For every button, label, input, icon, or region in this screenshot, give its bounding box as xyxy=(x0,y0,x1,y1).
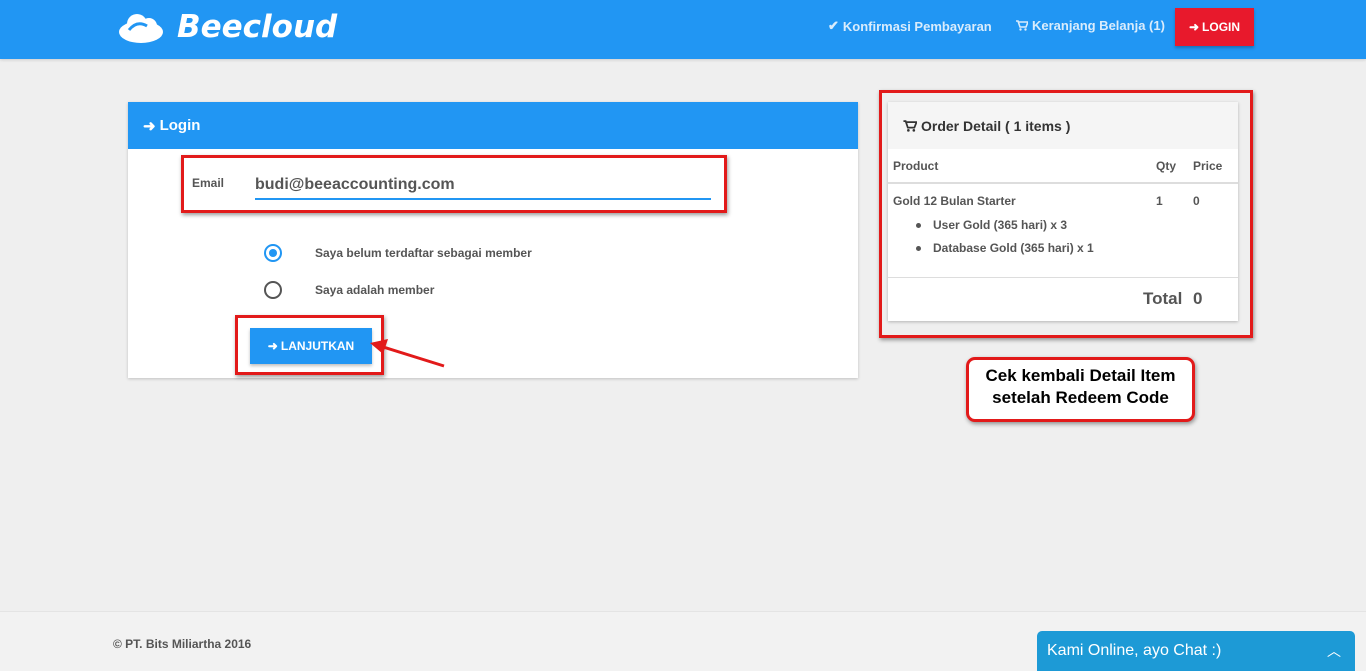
cart-icon xyxy=(1016,20,1028,31)
check-icon: ✔ xyxy=(828,18,839,33)
chevron-up-icon[interactable]: ︿ xyxy=(1327,641,1341,661)
sign-in-icon: ➜ xyxy=(1188,20,1200,34)
chat-label: Kami Online, ayo Chat :) xyxy=(1047,642,1222,659)
nav-keranjang-label: Keranjang Belanja (1) xyxy=(1032,18,1165,33)
nav-konfirmasi-label: Konfirmasi Pembayaran xyxy=(842,18,992,34)
radio-button[interactable] xyxy=(264,281,282,299)
nav-keranjang-belanja[interactable]: Keranjang Belanja (1) xyxy=(1016,18,1165,33)
login-button-label: LOGIN xyxy=(1202,20,1241,34)
chat-widget[interactable]: Kami Online, ayo Chat :) ︿ xyxy=(1037,631,1355,671)
nav-konfirmasi-pembayaran[interactable]: ✔ Konfirmasi Pembayaran xyxy=(828,18,992,34)
login-button[interactable]: ➜ LOGIN xyxy=(1175,8,1254,46)
radio-label: Saya adalah member xyxy=(315,283,435,297)
cloud-logo-icon xyxy=(119,14,163,43)
annotation-order-highlight xyxy=(879,90,1253,338)
login-panel-title: Login xyxy=(159,117,201,134)
brand-logo[interactable]: Beecloud xyxy=(117,7,337,47)
brand-name: Beecloud xyxy=(177,9,338,45)
callout-line-1: Cek kembali Detail Item xyxy=(985,366,1176,385)
annotation-email-highlight xyxy=(181,155,727,213)
radio-option-not-member[interactable]: Saya belum terdaftar sebagai member xyxy=(264,244,532,262)
radio-label: Saya belum terdaftar sebagai member xyxy=(315,246,532,260)
top-navbar: Beecloud ✔ Konfirmasi Pembayaran Keranja… xyxy=(0,0,1366,59)
radio-button-checked[interactable] xyxy=(264,244,282,262)
login-panel-header: ➜ Login xyxy=(128,102,858,149)
callout-line-2: setelah Redeem Code xyxy=(992,388,1169,407)
annotation-callout: Cek kembali Detail Item setelah Redeem C… xyxy=(966,357,1195,422)
sign-in-icon: ➜ xyxy=(143,117,156,135)
annotation-arrow-icon xyxy=(370,339,445,368)
copyright-text: © PT. Bits Miliartha 2016 xyxy=(113,637,252,651)
radio-option-member[interactable]: Saya adalah member xyxy=(264,281,434,299)
